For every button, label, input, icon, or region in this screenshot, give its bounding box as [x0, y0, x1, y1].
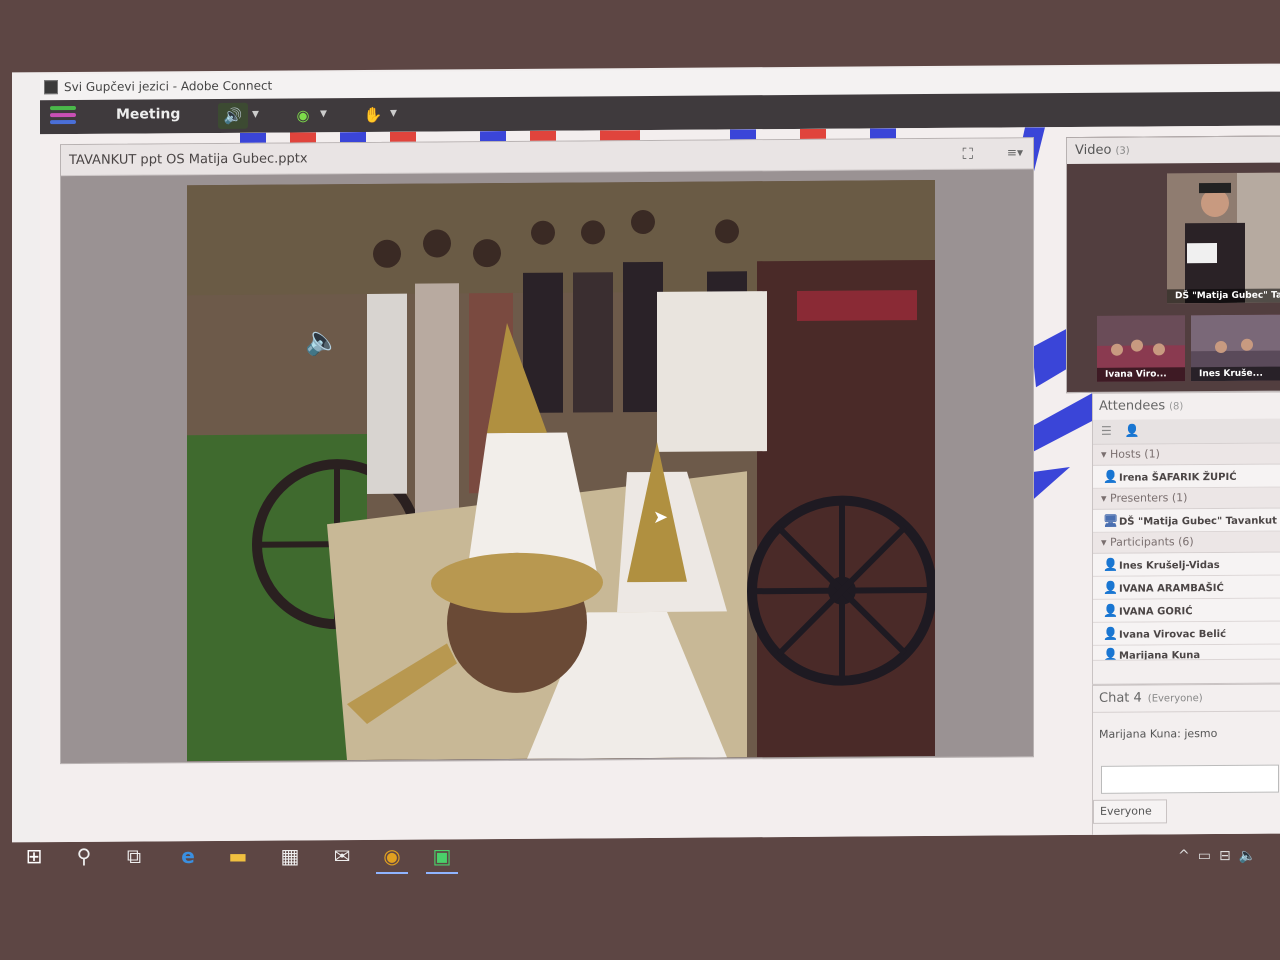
- adobe-connect-taskbar-icon[interactable]: ▣: [422, 838, 462, 874]
- participant-icon: 👤: [1103, 557, 1118, 572]
- system-tray[interactable]: ^▭⊟🔈: [1178, 848, 1264, 864]
- host-icon: 👤: [1103, 469, 1118, 484]
- video-main-image: [1167, 172, 1280, 304]
- chrome-icon[interactable]: ◉: [372, 838, 412, 874]
- chat-title: Chat 4: [1099, 690, 1142, 706]
- attendees-header: Attendees (8): [1093, 393, 1280, 420]
- attendee-row[interactable]: 👤IVANA ARAMBAŠIĆ: [1093, 575, 1280, 600]
- video-main-label: DŠ "Matija Gubec" Tavankut: [1167, 288, 1280, 304]
- group-presenters-label: Presenters (1): [1110, 491, 1188, 505]
- attendees-title: Attendees: [1099, 398, 1166, 414]
- chat-header: Chat 4 (Everyone): [1093, 684, 1280, 713]
- group-participants[interactable]: ▾ Participants (6): [1093, 531, 1280, 554]
- pod-options-icon[interactable]: ≡▾: [1007, 145, 1023, 159]
- attendees-pod: Attendees (8) ☰ 👤 ▾ Hosts (1) 👤Irena ŠAFA…: [1092, 391, 1280, 685]
- status-dropdown-icon[interactable]: ▼: [390, 109, 397, 119]
- speaker-icon[interactable]: 🔈: [305, 324, 345, 364]
- chat-recipient-selector[interactable]: Everyone: [1093, 799, 1167, 824]
- share-pod-title: TAVANKUT ppt OS Matija Gubec.pptx: [69, 151, 308, 169]
- video-pod: Video (3) DŠ "Matija Gubec" Tavankut Iva…: [1066, 135, 1280, 394]
- attendee-name: IVANA ARAMBAŠIĆ: [1119, 582, 1224, 595]
- video-thumb-2-label: Ines Kruše...: [1191, 366, 1280, 382]
- chrome-active-indicator: [376, 872, 408, 874]
- group-presenters[interactable]: ▾ Presenters (1): [1093, 487, 1280, 510]
- video-thumb-1[interactable]: Ivana Viro...: [1097, 315, 1185, 382]
- presentation-slide: 🔈 ➤: [187, 179, 935, 762]
- video-thumb-1-label: Ivana Viro...: [1097, 367, 1185, 382]
- slide-area: 🔈 ➤: [61, 169, 1033, 764]
- right-sidebar: Video (3) DŠ "Matija Gubec" Tavankut Iva…: [1066, 135, 1280, 837]
- attendee-row[interactable]: 👤IVANA GORIĆ: [1093, 598, 1280, 623]
- edge-browser-icon[interactable]: e: [168, 838, 208, 874]
- group-participants-label: Participants (6): [1110, 535, 1194, 549]
- group-hosts[interactable]: ▾ Hosts (1): [1093, 443, 1280, 466]
- tray-network-icon[interactable]: ⊟: [1219, 848, 1239, 864]
- attendee-name: Irena ŠAFARIK ŽUPIĆ: [1119, 471, 1237, 484]
- mouse-cursor-icon: ➤: [653, 506, 669, 528]
- list-view-icon[interactable]: ☰: [1101, 424, 1112, 438]
- app-menu-icon[interactable]: [50, 105, 76, 128]
- presenter-icon: 🖥: [1103, 513, 1119, 528]
- webcam-icon[interactable]: ◉: [288, 102, 318, 128]
- video-thumb-2[interactable]: Ines Kruše...: [1191, 314, 1280, 382]
- connect-active-indicator: [426, 872, 458, 874]
- attendee-row[interactable]: 👤Ivana Virovac Belić: [1093, 621, 1280, 646]
- video-pod-title: Video: [1075, 142, 1112, 159]
- attendee-row[interactable]: 👤Marijana Kuna: [1093, 644, 1280, 661]
- attendee-name: IVANA GORIĆ: [1119, 606, 1193, 618]
- windows-start-icon[interactable]: ⊞: [14, 838, 54, 874]
- share-pod: TAVANKUT ppt OS Matija Gubec.pptx ⛶ ≡▾ 🔈…: [60, 137, 1034, 765]
- attendee-row[interactable]: 🖥DŠ "Matija Gubec" Tavankut: [1093, 508, 1280, 533]
- meeting-stage: TAVANKUT ppt OS Matija Gubec.pptx ⛶ ≡▾ 🔈…: [40, 125, 1280, 843]
- store-icon[interactable]: ▦: [270, 838, 310, 874]
- raise-hand-icon[interactable]: ✋: [358, 102, 388, 128]
- video-pod-header: Video (3): [1067, 136, 1280, 165]
- attendee-name: Ines Krušelj-Vidas: [1119, 559, 1220, 572]
- file-explorer-icon[interactable]: ▬: [218, 838, 258, 874]
- fullscreen-icon[interactable]: ⛶: [962, 145, 973, 163]
- chat-input[interactable]: [1101, 764, 1279, 794]
- attendee-name: Ivana Virovac Belić: [1119, 628, 1226, 641]
- slide-photo: [187, 179, 935, 762]
- task-view-icon[interactable]: ⧉: [114, 838, 154, 874]
- user-settings-icon[interactable]: 👤: [1125, 424, 1140, 438]
- chat-pod: Chat 4 (Everyone) Marijana Kuna: jesmo Ev…: [1092, 683, 1280, 837]
- mail-icon[interactable]: ✉: [322, 838, 362, 874]
- attendee-name: Marijana Kuna: [1119, 650, 1201, 661]
- audio-icon[interactable]: 🔊: [218, 102, 248, 129]
- participant-icon: 👤: [1103, 647, 1118, 661]
- participant-icon: 👤: [1103, 580, 1118, 595]
- participant-icon: 👤: [1103, 603, 1118, 618]
- window-title: Svi Gupčevi jezici - Adobe Connect: [64, 78, 273, 95]
- video-count: (3): [1115, 145, 1130, 157]
- webcam-dropdown-icon[interactable]: ▼: [320, 109, 327, 119]
- adobe-connect-app-icon: [44, 80, 58, 95]
- tray-volume-icon[interactable]: 🔈: [1239, 848, 1264, 864]
- attendee-name: DŠ "Matija Gubec" Tavankut: [1119, 515, 1277, 528]
- participant-icon: 👤: [1103, 626, 1118, 641]
- attendee-row[interactable]: 👤Ines Krušelj-Vidas: [1093, 552, 1280, 577]
- tray-battery-icon[interactable]: ▭: [1198, 848, 1219, 864]
- attendee-row[interactable]: 👤Irena ŠAFARIK ŽUPIĆ: [1093, 464, 1280, 489]
- audio-dropdown-icon[interactable]: ▼: [252, 110, 259, 120]
- attendees-count: (8): [1169, 401, 1184, 413]
- search-icon[interactable]: ⚲: [64, 838, 104, 874]
- chat-subtitle: (Everyone): [1147, 693, 1203, 705]
- group-hosts-label: Hosts (1): [1110, 447, 1160, 461]
- attendees-toolbar: ☰ 👤: [1093, 418, 1280, 445]
- video-main-feed[interactable]: DŠ "Matija Gubec" Tavankut: [1167, 172, 1280, 304]
- chat-message: Marijana Kuna: jesmo: [1099, 727, 1218, 741]
- meeting-menu[interactable]: Meeting: [116, 106, 180, 122]
- windows-taskbar: ⊞ ⚲ ⧉ e ▬ ▦ ✉ ◉ ▣ ^▭⊟🔈: [0, 838, 1280, 878]
- projected-screen: Svi Gupčevi jezici - Adobe Connect Meeti…: [12, 63, 1280, 843]
- tray-chevron-icon[interactable]: ^: [1178, 848, 1198, 864]
